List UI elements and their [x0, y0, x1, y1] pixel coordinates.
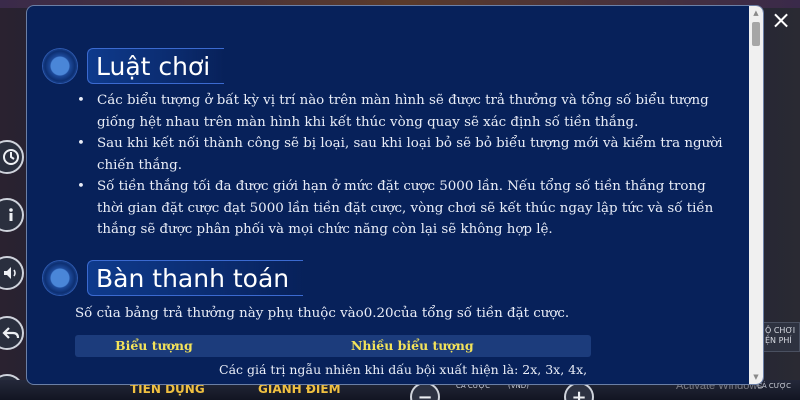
free-play-button[interactable]: Ộ CHƠI ỆN PHÍ: [762, 322, 800, 352]
paytable-description: Số của bảng trả thưởng này phụ thuộc vào…: [75, 306, 570, 321]
scroll-up-arrow-icon[interactable]: ▲: [749, 6, 763, 20]
rules-modal: Luật chơi Các biểu tượng ở bất kỳ vị trí…: [26, 5, 764, 385]
modal-scrollbar[interactable]: ▲ ▼: [749, 6, 763, 384]
history-clock-icon[interactable]: [0, 140, 24, 174]
paytable-section-title: Bàn thanh toán: [87, 260, 304, 296]
paytable-header: Biểu tượng Nhiều biểu tượng: [75, 335, 591, 357]
paytable-section-header: Bàn thanh toán: [43, 258, 304, 298]
list-item: Số tiền thắng tối đa được giới hạn ở mức…: [75, 176, 735, 241]
multiplier-values-text: Các giá trị ngẫu nhiên khi dấu bội xuất …: [219, 362, 588, 377]
column-header-multi-symbol: Nhiều biểu tượng: [351, 338, 474, 353]
section-bullet-icon: [43, 261, 77, 295]
list-item: Sau khi kết nối thành công sẽ bị loại, s…: [75, 133, 735, 176]
scroll-thumb[interactable]: [752, 22, 760, 46]
close-modal-button[interactable]: ×: [766, 5, 796, 35]
right-toolbar: Ộ CHƠI ỆN PHÍ: [760, 0, 800, 400]
back-arrow-icon[interactable]: [0, 316, 24, 350]
rules-section-title: Luật chơi: [87, 48, 225, 84]
section-bullet-icon: [43, 49, 77, 83]
left-toolbar: [0, 0, 26, 400]
scroll-down-arrow-icon[interactable]: ▼: [749, 370, 763, 384]
rules-list: Các biểu tượng ở bất kỳ vị trí nào trên …: [75, 90, 735, 241]
rules-content: Luật chơi Các biểu tượng ở bất kỳ vị trí…: [27, 6, 751, 384]
rules-section-header: Luật chơi: [43, 46, 225, 86]
sound-speaker-icon[interactable]: [0, 256, 24, 290]
column-header-symbol: Biểu tượng: [115, 338, 193, 353]
info-icon[interactable]: [0, 198, 24, 232]
list-item: Các biểu tượng ở bất kỳ vị trí nào trên …: [75, 90, 735, 133]
